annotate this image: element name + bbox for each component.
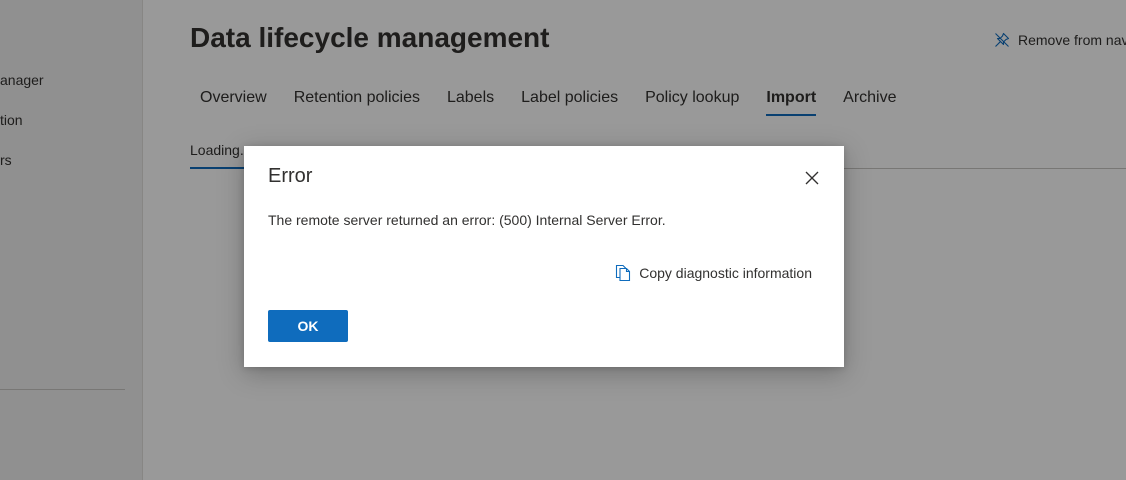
error-dialog: Error The remote server returned an erro… — [244, 146, 844, 367]
error-message: The remote server returned an error: (50… — [268, 212, 666, 228]
copy-diagnostic-link[interactable]: Copy diagnostic information — [615, 264, 812, 282]
close-button[interactable] — [800, 166, 824, 190]
dialog-title: Error — [268, 165, 313, 187]
app-page: anager tion rs Data lifecycle management… — [0, 0, 1126, 480]
close-icon — [805, 171, 819, 185]
copy-diagnostic-label: Copy diagnostic information — [639, 265, 812, 281]
ok-button[interactable]: OK — [268, 310, 348, 342]
copy-icon — [616, 264, 631, 282]
